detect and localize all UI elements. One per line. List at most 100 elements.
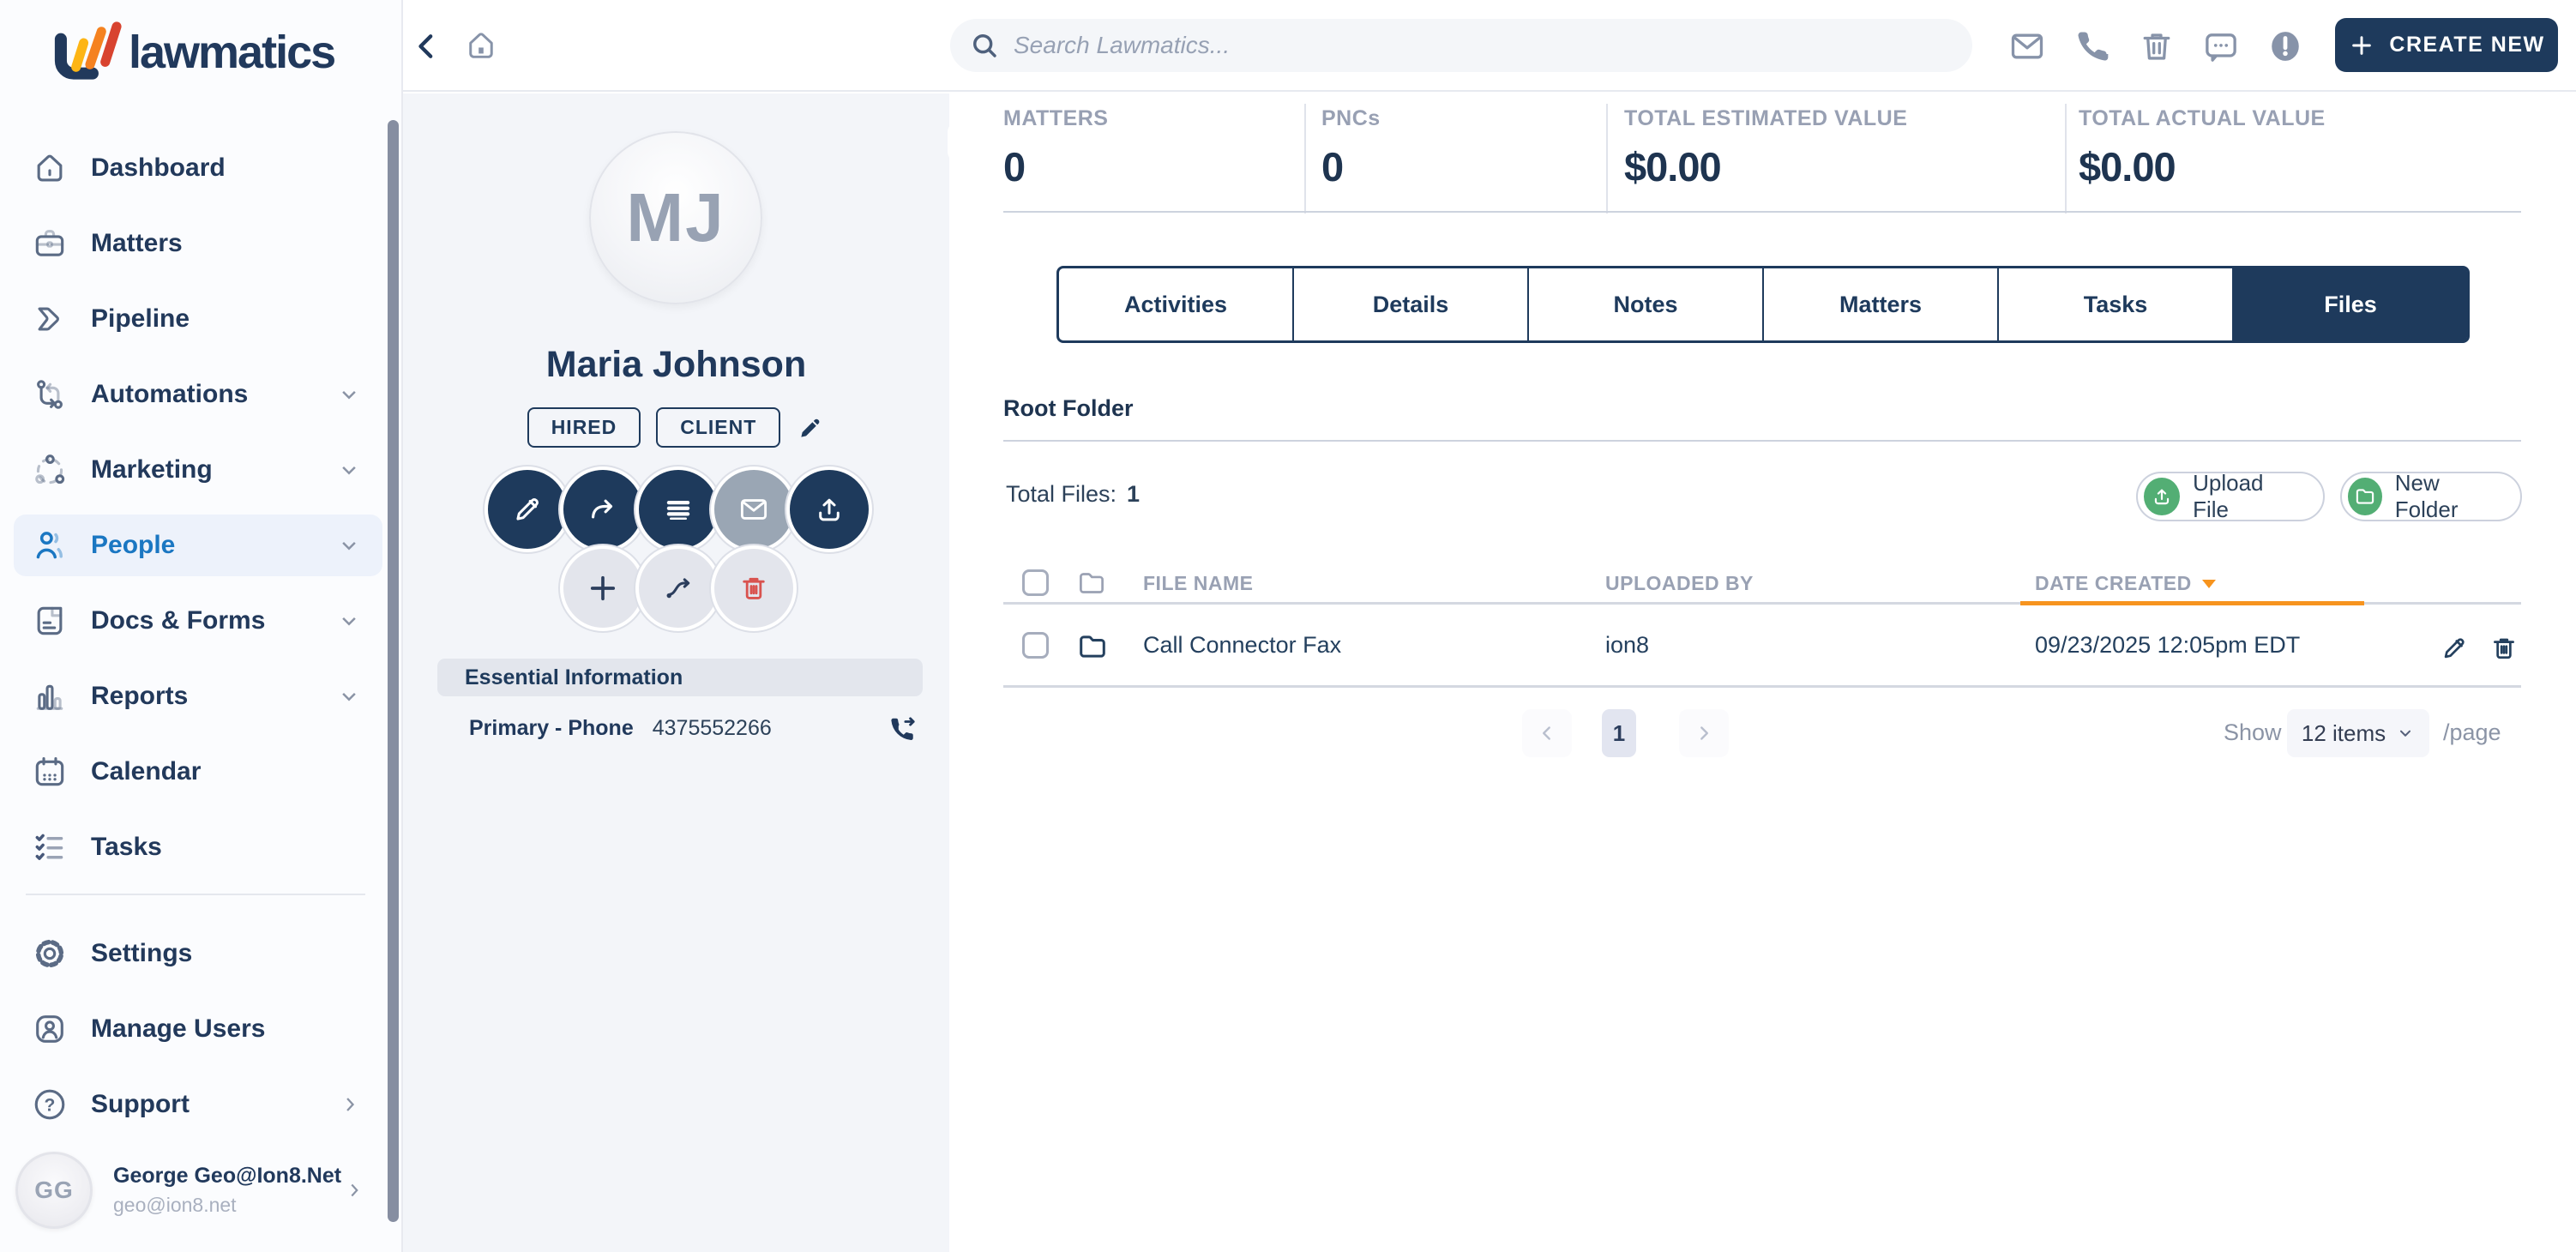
notes-list-button[interactable] — [639, 470, 718, 549]
show-label: Show — [2224, 719, 2282, 746]
sidebar-item-manage-users[interactable]: Manage Users — [14, 998, 382, 1060]
plus-icon — [585, 570, 621, 606]
page-size-value: 12 items — [2302, 720, 2386, 747]
sidebar-item-reports[interactable]: Reports — [14, 665, 382, 727]
chat-icon[interactable] — [2202, 27, 2240, 65]
mail-icon[interactable] — [2008, 27, 2046, 65]
column-header-uploaded-by[interactable]: UPLOADED BY — [1605, 572, 1754, 595]
chevron-down-icon — [336, 382, 362, 407]
tab-tasks[interactable]: Tasks — [1999, 268, 2234, 340]
pagination-page-1[interactable]: 1 — [1602, 709, 1636, 757]
create-new-label: CREATE NEW — [2389, 33, 2544, 57]
folder-column-icon — [1076, 568, 1107, 599]
create-new-button[interactable]: CREATE NEW — [2335, 18, 2558, 72]
sort-desc-icon — [2202, 580, 2216, 588]
checklist-icon — [31, 828, 69, 866]
merge-button[interactable] — [639, 549, 718, 628]
sidebar-item-tasks[interactable]: Tasks — [14, 816, 382, 878]
sidebar-item-docs-forms[interactable]: Docs & Forms — [14, 590, 382, 652]
tab-files[interactable]: Files — [2234, 268, 2467, 340]
rows-icon — [662, 493, 695, 526]
status-badge-client[interactable]: CLIENT — [656, 407, 780, 448]
pencil-icon — [511, 493, 544, 526]
sidebar-item-support[interactable]: ? Support — [14, 1074, 382, 1135]
automation-icon — [31, 376, 69, 413]
sidebar: lawmatics Dashboard Matters Pipeline Aut… — [0, 0, 403, 1252]
edit-contact-button[interactable] — [488, 470, 567, 549]
sidebar-item-label: Support — [91, 1090, 190, 1119]
status-badge-hired[interactable]: HIRED — [527, 407, 641, 448]
stat-divider — [1606, 104, 1608, 214]
new-folder-label: New Folder — [2395, 470, 2498, 523]
export-contact-button[interactable] — [790, 470, 869, 549]
upload-file-button[interactable]: Upload File — [2136, 472, 2325, 521]
home-breadcrumb-icon[interactable] — [463, 27, 499, 63]
edit-file-pencil-icon[interactable] — [2440, 634, 2469, 663]
sidebar-item-label: Reports — [91, 682, 188, 711]
pagination-prev-button[interactable] — [1522, 709, 1572, 757]
document-icon — [31, 602, 69, 640]
delete-contact-button[interactable] — [714, 549, 793, 628]
chevron-right-icon — [343, 1179, 365, 1201]
add-button[interactable] — [563, 549, 642, 628]
stat-pncs-label: PNCs — [1321, 106, 1381, 131]
trash-icon[interactable] — [2138, 27, 2176, 65]
sidebar-scrollbar[interactable] — [388, 120, 399, 1222]
sidebar-item-people[interactable]: People — [14, 515, 382, 576]
uploaded-by: ion8 — [1605, 632, 1649, 659]
chevron-left-icon — [1536, 722, 1558, 744]
tab-details[interactable]: Details — [1294, 268, 1529, 340]
sidebar-item-label: Settings — [91, 939, 192, 968]
sidebar-item-label: Tasks — [91, 833, 162, 862]
global-search — [950, 19, 1972, 72]
email-contact-button[interactable] — [714, 470, 793, 549]
total-files: Total Files: 1 — [1006, 481, 1140, 508]
page-size-select[interactable]: 12 items — [2287, 709, 2429, 757]
delete-file-trash-icon[interactable] — [2489, 634, 2519, 663]
search-input[interactable] — [1014, 32, 1914, 59]
column-header-date-created[interactable]: DATE CREATED — [2035, 572, 2216, 595]
total-files-value: 1 — [1127, 481, 1140, 507]
edit-badges-pencil-icon[interactable] — [796, 413, 825, 442]
sidebar-item-marketing[interactable]: Marketing — [14, 439, 382, 501]
collapse-sidebar-icon[interactable] — [410, 29, 444, 63]
contact-name: Maria Johnson — [403, 344, 949, 386]
stat-pncs-value: 0 — [1321, 143, 1343, 190]
lawmatics-logo[interactable]: lawmatics — [48, 19, 334, 82]
search-icon — [969, 30, 1000, 61]
user-profile[interactable]: GG George Geo@Ion8.Net geo@ion8.net — [15, 1147, 388, 1233]
file-name[interactable]: Call Connector Fax — [1143, 632, 1341, 659]
contact-avatar[interactable]: MJ — [589, 131, 762, 304]
select-all-checkbox[interactable] — [1022, 569, 1049, 596]
chevron-down-icon — [336, 608, 362, 634]
stat-matters-label: MATTERS — [1003, 106, 1108, 131]
sidebar-item-matters[interactable]: Matters — [14, 213, 382, 274]
call-phone-icon[interactable] — [887, 713, 918, 743]
phone-icon[interactable] — [2073, 27, 2111, 65]
folder-title: Root Folder — [1003, 395, 1133, 422]
tab-matters[interactable]: Matters — [1764, 268, 1999, 340]
sidebar-item-label: Matters — [91, 229, 183, 258]
chevron-down-icon — [336, 683, 362, 709]
sidebar-item-automations[interactable]: Automations — [14, 364, 382, 425]
pagination-next-button[interactable] — [1679, 709, 1729, 757]
column-header-file-name[interactable]: FILE NAME — [1143, 572, 1253, 595]
tab-activities[interactable]: Activities — [1059, 268, 1294, 340]
row-checkbox[interactable] — [1022, 632, 1049, 659]
sidebar-item-settings[interactable]: Settings — [14, 923, 382, 984]
tab-notes[interactable]: Notes — [1529, 268, 1764, 340]
chevron-down-icon — [336, 457, 362, 483]
sidebar-item-dashboard[interactable]: Dashboard — [14, 137, 382, 199]
stat-estimated-label: TOTAL ESTIMATED VALUE — [1624, 106, 1907, 131]
sidebar-item-calendar[interactable]: Calendar — [14, 741, 382, 803]
per-page-label: /page — [2443, 719, 2501, 746]
total-files-label: Total Files: — [1006, 481, 1116, 507]
alert-icon[interactable] — [2266, 27, 2304, 65]
phone-label: Primary - Phone — [469, 716, 634, 741]
sidebar-item-pipeline[interactable]: Pipeline — [14, 288, 382, 350]
share-contact-button[interactable] — [563, 470, 642, 549]
chevron-down-icon — [336, 533, 362, 558]
upload-icon — [813, 493, 846, 526]
sidebar-item-label: Docs & Forms — [91, 606, 265, 635]
new-folder-button[interactable]: New Folder — [2340, 472, 2522, 521]
